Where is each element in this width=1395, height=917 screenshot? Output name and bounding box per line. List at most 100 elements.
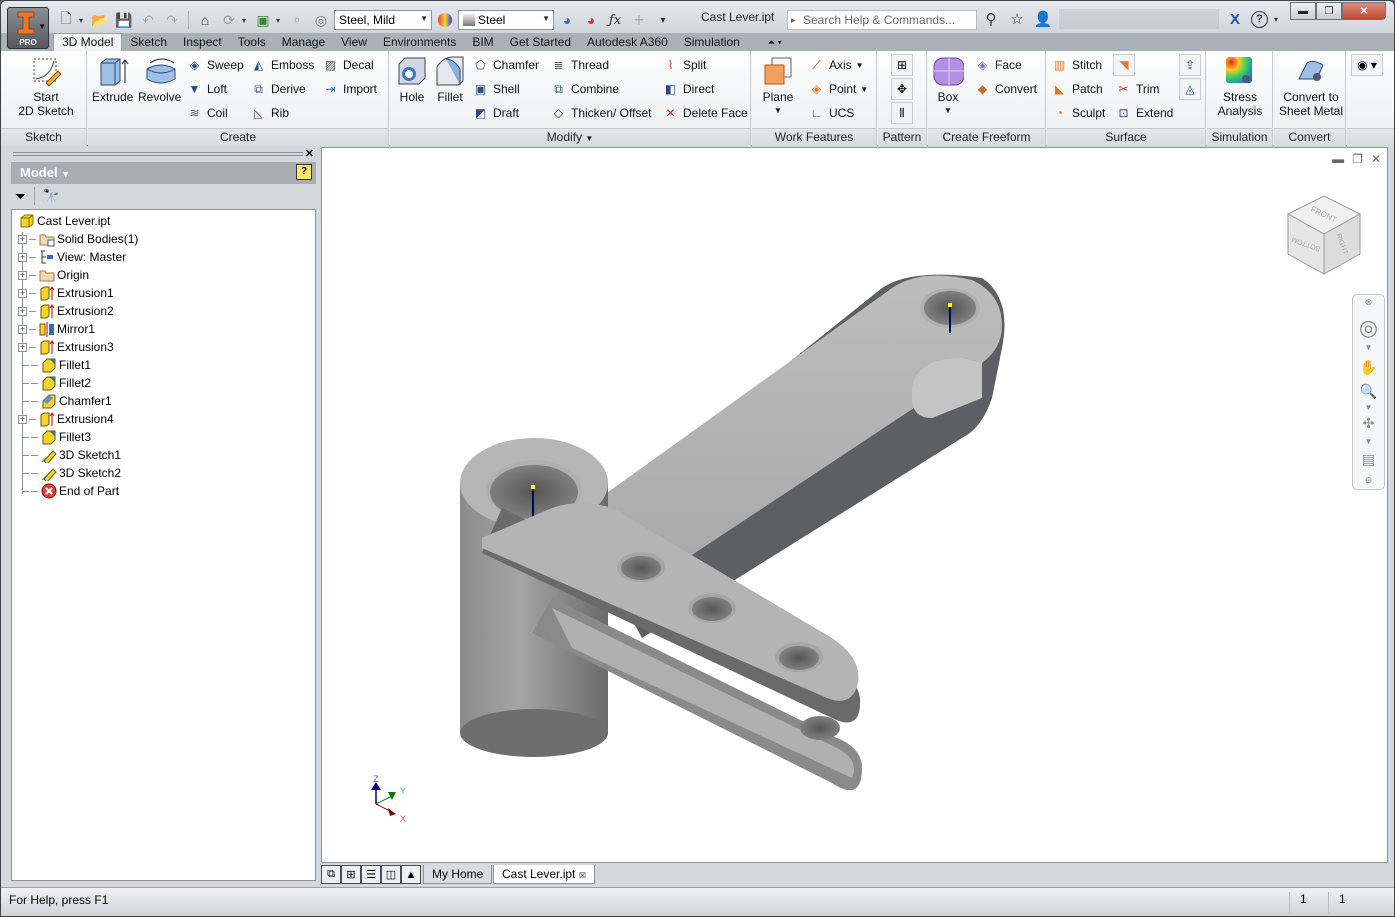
tab-tools[interactable]: Tools (230, 33, 274, 51)
draft-button[interactable]: ◩ Draft (472, 102, 519, 124)
select-icon[interactable]: ▣ (252, 10, 274, 30)
circular-pattern-icon[interactable]: ✥ (891, 78, 913, 100)
browser-title[interactable]: Model ▼ ? (11, 162, 316, 184)
zoom-icon[interactable]: 🔍 (1353, 383, 1384, 400)
graphics-viewport[interactable]: ▬ ❐ ✕ FRONT RIGHT BOTTOM ⊗ ◎ ▼ ✋ 🔍 ▼ ✣ ▼… (321, 147, 1388, 863)
chevron-down-icon[interactable]: ▼ (1353, 403, 1384, 412)
tree-node-fillet1[interactable]: Fillet1 (18, 356, 91, 374)
select-dropdown[interactable]: ▾ (276, 16, 284, 25)
ribbon-overflow-button[interactable]: ◉ ▾ (1351, 54, 1383, 76)
patch-button[interactable]: ◣ Patch (1051, 78, 1103, 100)
stitch-button[interactable]: ▥ Stitch (1051, 54, 1102, 76)
tree-node-fillet3[interactable]: Fillet3 (18, 428, 91, 446)
close-browser-icon[interactable]: ✕ (305, 147, 314, 160)
mirror-icon[interactable]: ⫴ (891, 102, 913, 124)
point-button[interactable]: ◈ Point ▼ (808, 78, 868, 100)
tile-windows-icon[interactable]: ⊞ (341, 865, 361, 884)
orbit-icon[interactable]: ✣ (1353, 415, 1384, 432)
help-search-input[interactable]: Search Help & Commands... (787, 10, 977, 30)
tile-horizontal-icon[interactable]: ☰ (361, 865, 381, 884)
tree-root[interactable]: Cast Lever.ipt (18, 212, 110, 230)
tree-node-fillet2[interactable]: Fillet2 (18, 374, 91, 392)
direct-button[interactable]: ◧ Direct (662, 78, 715, 100)
new-icon[interactable]: 🗋 (55, 10, 77, 30)
delete-face-button[interactable]: ✕ Delete Face (662, 102, 747, 124)
hole-button[interactable]: Hole (396, 55, 428, 104)
tab-3d-model[interactable]: 3D Model (53, 33, 123, 51)
material-browser-icon[interactable]: ◎ (310, 10, 332, 30)
chevron-down-icon[interactable]: ▼ (1353, 437, 1384, 446)
shell-button[interactable]: ▣ Shell (472, 78, 520, 100)
coil-button[interactable]: ≋ Coil (186, 102, 227, 124)
sign-in-user-icon[interactable]: 👤 (1033, 9, 1053, 29)
drag-grip[interactable] (13, 152, 303, 156)
home-icon[interactable]: ⌂ (194, 10, 216, 30)
update-dropdown[interactable]: ▾ (242, 16, 250, 25)
revolve-button[interactable]: Revolve (138, 55, 181, 104)
update-icon[interactable]: ⟳ (218, 10, 240, 30)
tab-view[interactable]: View (333, 33, 375, 51)
new-dropdown[interactable]: ▾ (79, 16, 87, 25)
fx-parameters-icon[interactable]: ƒx (604, 10, 626, 30)
navbar-options-icon[interactable]: ⊖ (1353, 475, 1384, 486)
emboss-button[interactable]: ◭ Emboss (250, 54, 314, 76)
expand-icon[interactable]: + (18, 324, 27, 334)
combine-button[interactable]: ⧉ Combine (550, 78, 619, 100)
measure-icon[interactable]: + (628, 10, 650, 30)
derive-button[interactable]: ⧉ Derive (250, 78, 305, 100)
ruled-surface-icon[interactable]: ◥ (1113, 54, 1135, 76)
tree-node-extrusion3[interactable]: + Extrusion3 (18, 338, 114, 356)
cascade-windows-icon[interactable]: ⧉ (321, 865, 341, 884)
minimize-ribbon-button[interactable]: ⏶ ▾ (768, 33, 782, 51)
tab-sketch[interactable]: Sketch (122, 33, 175, 51)
clear-appearance-icon[interactable]: ◕ (580, 10, 602, 30)
customize-icon[interactable]: ▾ (652, 10, 674, 30)
save-icon[interactable]: 💾 (113, 10, 135, 30)
sculpt-button[interactable]: ◔ Sculpt (1051, 102, 1105, 124)
doc-tab-cast-lever[interactable]: Cast Lever.ipt ⊠ (493, 865, 596, 884)
tab-inspect[interactable]: Inspect (175, 33, 230, 51)
expand-icon[interactable]: + (18, 342, 27, 352)
tree-node-mirror1[interactable]: + Mirror1 (18, 320, 95, 338)
redo-icon[interactable]: ↷ (161, 10, 183, 30)
undo-icon[interactable]: ↶ (137, 10, 159, 30)
panel-title[interactable]: Modify ▼ (390, 128, 750, 146)
communication-center-icon[interactable]: ⚲ (981, 9, 1001, 29)
tree-node-end-of-part[interactable]: End of Part (18, 482, 119, 500)
close-tab-icon[interactable]: ⊠ (579, 870, 587, 880)
loft-button[interactable]: ▼ Loft (186, 78, 227, 100)
expand-icon[interactable]: + (18, 270, 27, 280)
expand-icon[interactable]: + (18, 414, 27, 424)
decal-button[interactable]: ▨ Decal (322, 54, 374, 76)
pan-hand-icon[interactable]: ✋ (1353, 359, 1384, 376)
expand-icon[interactable]: + (18, 288, 27, 298)
expand-icon[interactable]: + (18, 306, 27, 316)
steering-wheel-icon[interactable]: ◎ (1353, 315, 1384, 341)
find-binoculars-icon[interactable]: 🔭 (43, 188, 59, 204)
tab-get-started[interactable]: Get Started (502, 33, 579, 51)
minimize-button[interactable]: ▬ (1290, 2, 1316, 20)
adjust-appearance-icon[interactable]: ◕ (556, 10, 578, 30)
trim-button[interactable]: ✂ Trim (1115, 78, 1159, 100)
ucs-button[interactable]: ∟ UCS (808, 102, 855, 124)
start-2d-sketch-button[interactable]: Start 2D Sketch (15, 55, 77, 118)
fillet-button[interactable]: Fillet (434, 55, 466, 104)
close-button[interactable]: ✕ (1342, 2, 1386, 20)
exchange-apps-icon[interactable]: X (1225, 9, 1245, 29)
appearance-select[interactable]: Steel ▼ (458, 10, 554, 30)
application-menu-button[interactable]: ▼ PRO (7, 7, 49, 49)
tile-vertical-icon[interactable]: ◫ (381, 865, 401, 884)
sweep-button[interactable]: ◈ Sweep (186, 54, 244, 76)
color-wheel-icon[interactable] (434, 10, 456, 30)
ipart-icon[interactable]: ⚬ (286, 10, 308, 30)
face-button[interactable]: ◈ Face (974, 54, 1022, 76)
tab-simulation[interactable]: Simulation (676, 33, 748, 51)
viewport-restore-icon[interactable]: ❐ (1352, 152, 1363, 166)
viewcube[interactable]: FRONT RIGHT BOTTOM (1284, 194, 1364, 278)
split-button[interactable]: ⌇ Split (662, 54, 707, 76)
look-at-icon[interactable]: ▤ (1353, 451, 1384, 468)
tree-node-view-master[interactable]: + View: Master (18, 248, 126, 266)
tab-bim[interactable]: BIM (464, 33, 501, 51)
doc-tab-my-home[interactable]: My Home (423, 865, 493, 884)
sign-in-field[interactable] (1059, 9, 1219, 29)
